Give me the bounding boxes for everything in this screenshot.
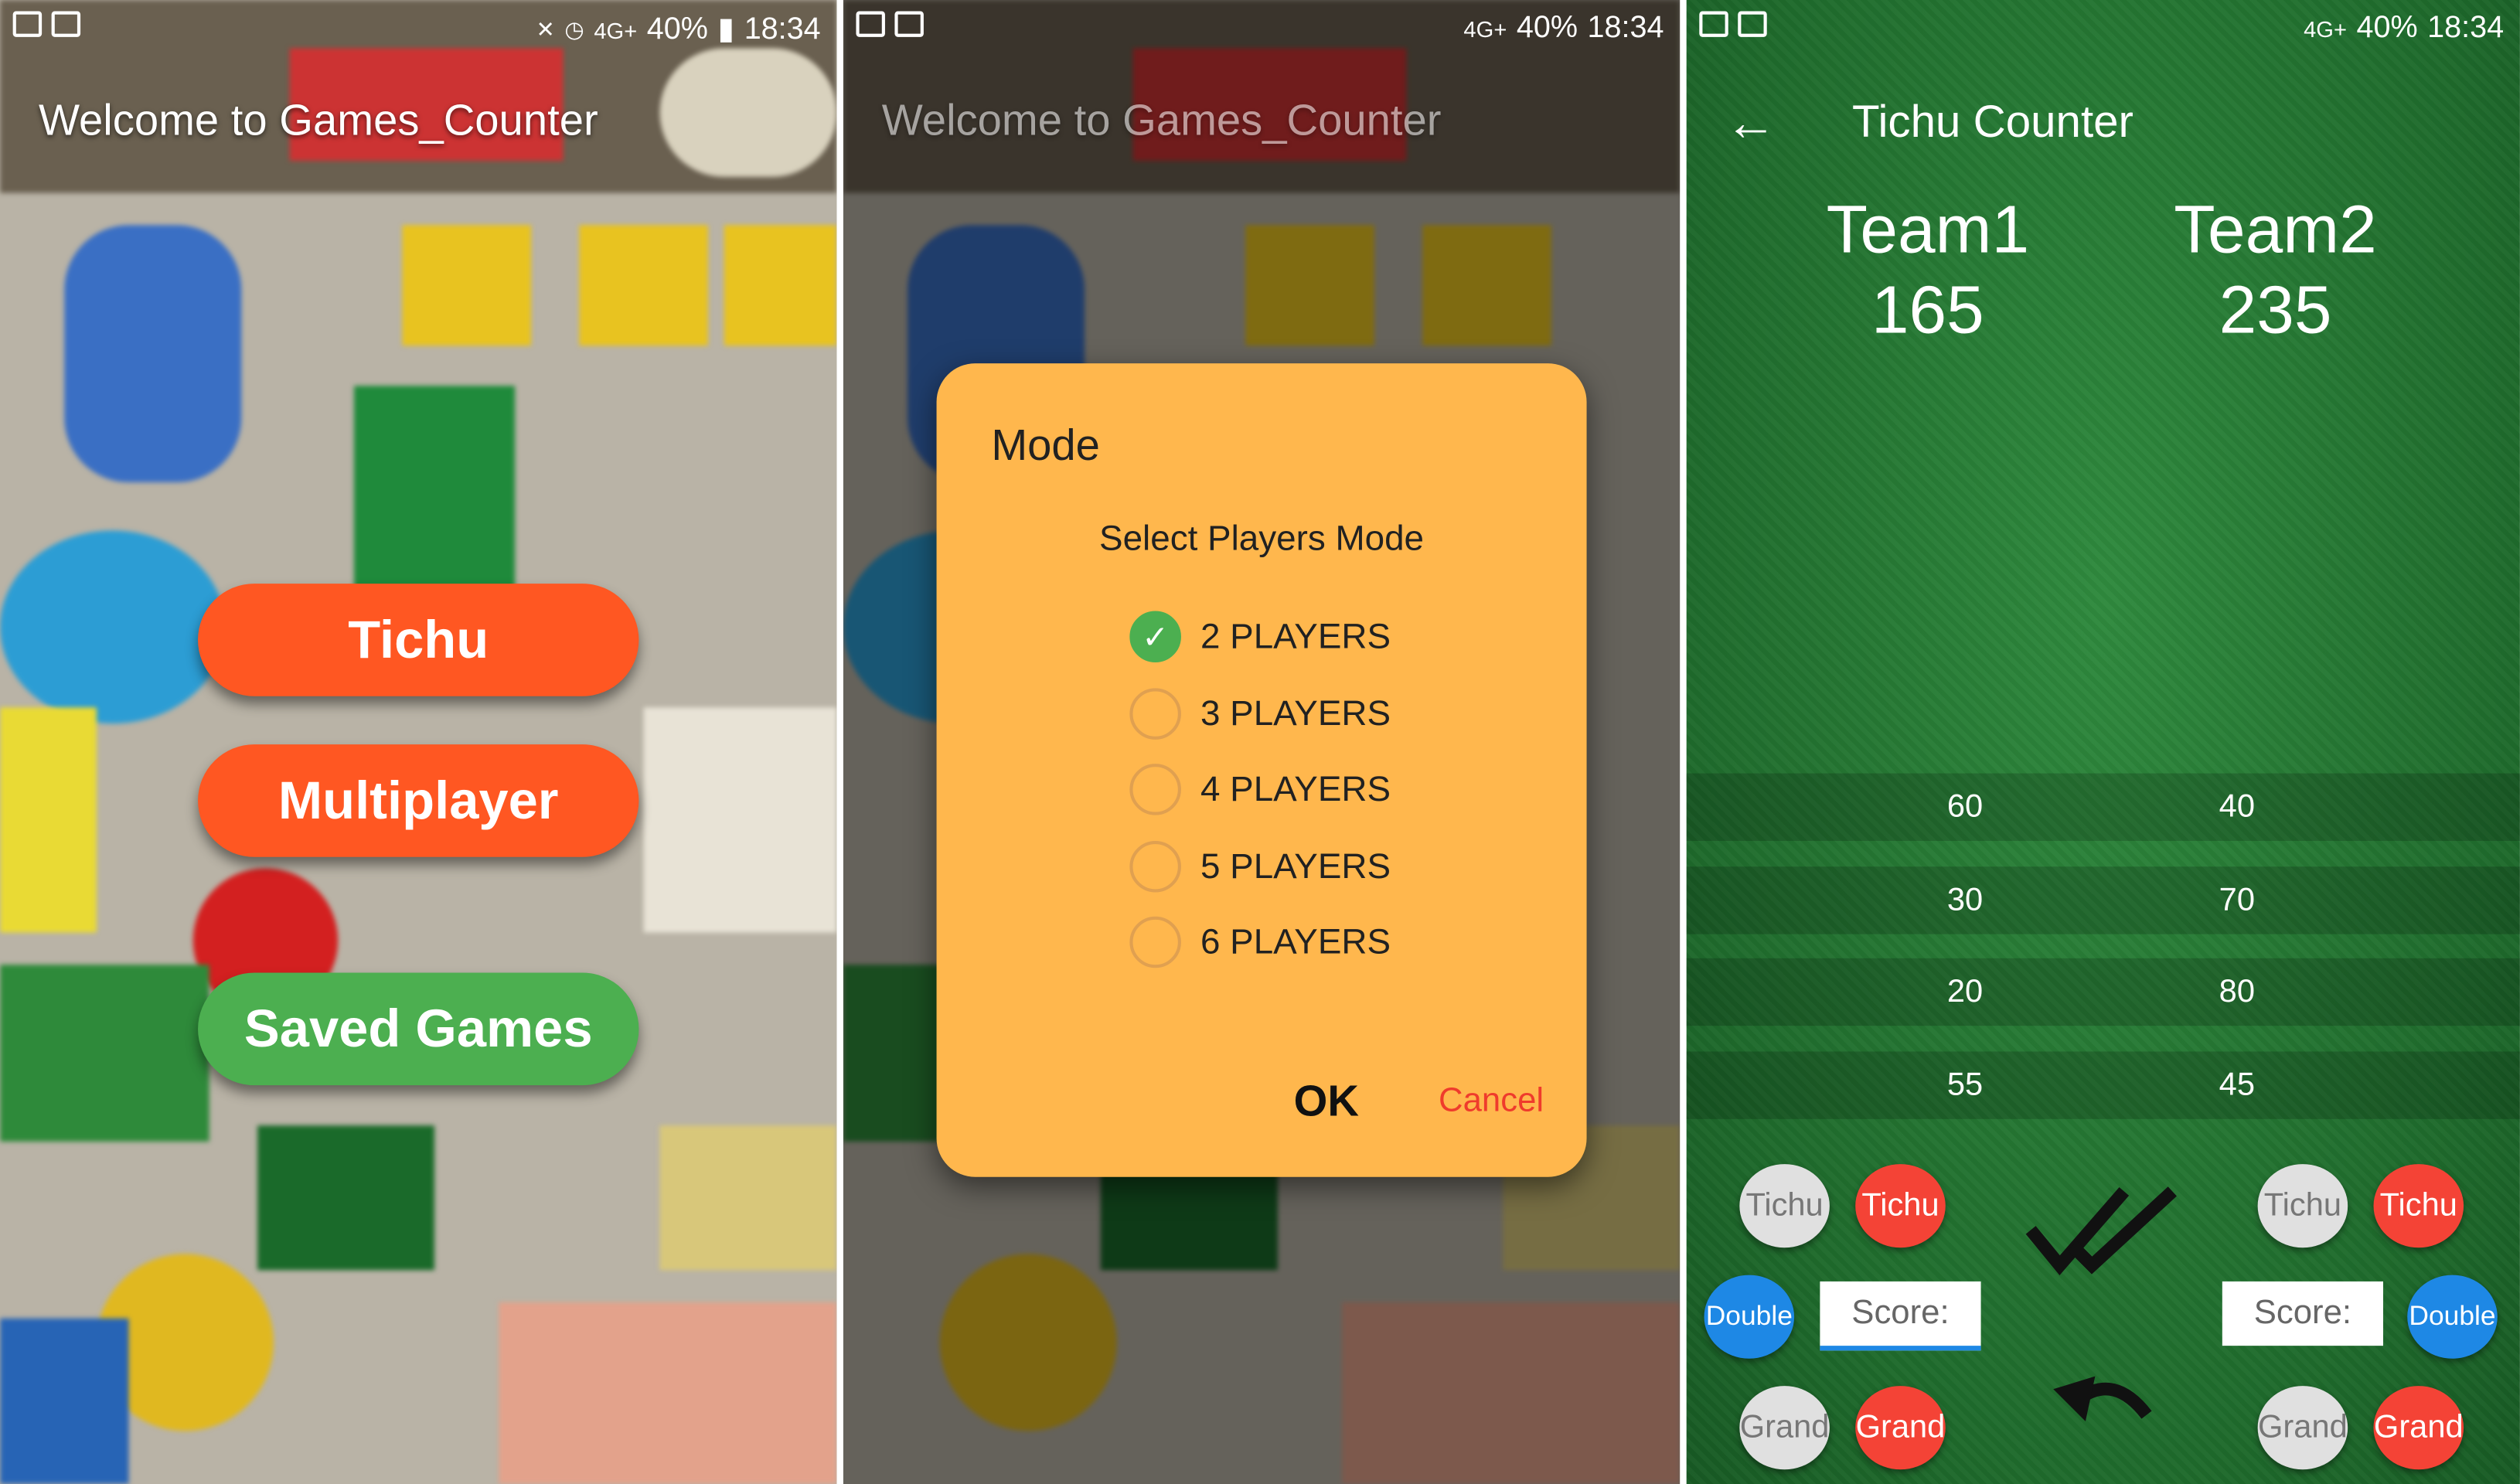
team1-name: Team1 bbox=[1826, 191, 2030, 267]
radio-option-4[interactable]: 4 PLAYERS bbox=[1129, 764, 1391, 815]
check-icon: ✓ bbox=[1129, 611, 1181, 663]
time-label: 18:34 bbox=[1587, 11, 1664, 46]
round-team2-score: 45 bbox=[2219, 1067, 2255, 1104]
round-row: 55 45 bbox=[1686, 1051, 2520, 1119]
team1-double-button[interactable]: Double bbox=[1704, 1275, 1795, 1359]
team2-grand-on-button[interactable]: Grand bbox=[2373, 1386, 2464, 1470]
back-arrow-icon[interactable]: ← bbox=[1725, 94, 1777, 153]
home-screen: ✕ ◷ 4G+ 40% ▮ 18:34 Welcome to Games_Counter … bbox=[0, 0, 837, 1484]
mode-dialog: Mode Select Players Mode ✓ 2 PLAYERS 3 PL… bbox=[936, 363, 1587, 1177]
team1-score-input[interactable]: Score: bbox=[1820, 1281, 1981, 1351]
collage-background bbox=[0, 0, 837, 1484]
radio-label: 4 PLAYERS bbox=[1200, 768, 1391, 809]
round-team1-score: 55 bbox=[1946, 1067, 1984, 1104]
radio-option-2[interactable]: ✓ 2 PLAYERS bbox=[1129, 611, 1391, 663]
team1-grand-on-button[interactable]: Grand bbox=[1855, 1386, 1946, 1470]
round-team1-score: 60 bbox=[1946, 789, 1984, 825]
radio-circle-icon bbox=[1129, 764, 1181, 815]
team2-tichu-off-button[interactable]: Tichu bbox=[2257, 1164, 2348, 1248]
radio-option-6[interactable]: 6 PLAYERS bbox=[1129, 916, 1391, 968]
network-label: 4G+ bbox=[2304, 15, 2347, 43]
page-title: Welcome to Games_Counter bbox=[881, 96, 1442, 145]
page-title: Welcome to Games_Counter bbox=[38, 96, 598, 145]
round-row: 60 40 bbox=[1686, 773, 2520, 841]
team2-double-button[interactable]: Double bbox=[2407, 1275, 2498, 1359]
status-bar: ✕ ◷ 4G+ 40% ▮ 18:34 bbox=[0, 0, 836, 58]
round-row: 20 80 bbox=[1686, 958, 2520, 1026]
team2-tichu-on-button[interactable]: Tichu bbox=[2373, 1164, 2464, 1248]
network-label: 4G+ bbox=[594, 16, 638, 43]
radio-circle-icon bbox=[1129, 840, 1181, 893]
radio-option-3[interactable]: 3 PLAYERS bbox=[1129, 688, 1391, 740]
round-team2-score: 70 bbox=[2219, 883, 2255, 918]
multiplayer-button[interactable]: Multiplayer bbox=[198, 744, 639, 857]
team1-tichu-off-button[interactable]: Tichu bbox=[1739, 1164, 1830, 1248]
battery-icon: ▮ bbox=[717, 12, 735, 47]
tichu-counter-screen: 4G+ 40% 18:34 ← Tichu Counter Team1 165 Te… bbox=[1686, 0, 2520, 1484]
radio-label: 5 PLAYERS bbox=[1200, 846, 1391, 887]
team1-header: Team1 165 bbox=[1799, 189, 2056, 350]
team2-name: Team2 bbox=[2174, 191, 2377, 267]
team1-score: 165 bbox=[1871, 271, 1984, 348]
ok-button[interactable]: OK bbox=[1294, 1077, 1359, 1127]
dialog-subtitle: Select Players Mode bbox=[1099, 517, 1425, 558]
saved-games-button[interactable]: Saved Games bbox=[198, 972, 639, 1086]
radio-circle-icon bbox=[1129, 688, 1181, 740]
team2-score: 235 bbox=[2219, 271, 2332, 348]
time-label: 18:34 bbox=[744, 12, 821, 46]
radio-label: 2 PLAYERS bbox=[1200, 615, 1391, 656]
alarm-icon: ◷ bbox=[564, 15, 584, 43]
radio-option-5[interactable]: 5 PLAYERS bbox=[1129, 840, 1391, 893]
team1-grand-off-button[interactable]: Grand bbox=[1739, 1386, 1830, 1470]
round-row: 30 70 bbox=[1686, 866, 2520, 934]
time-label: 18:34 bbox=[2427, 11, 2505, 46]
team2-score-input[interactable]: Score: bbox=[2222, 1281, 2383, 1346]
battery-label: 40% bbox=[2356, 11, 2418, 46]
radio-label: 3 PLAYERS bbox=[1200, 693, 1391, 733]
page-title: Tichu Counter bbox=[1852, 96, 2133, 147]
team1-tichu-on-button[interactable]: Tichu bbox=[1855, 1164, 1946, 1248]
double-check-icon[interactable] bbox=[2025, 1182, 2185, 1278]
battery-label: 40% bbox=[646, 12, 708, 46]
radio-circle-icon bbox=[1129, 916, 1181, 968]
battery-label: 40% bbox=[1516, 11, 1578, 46]
network-label: 4G+ bbox=[1463, 15, 1507, 43]
round-team1-score: 20 bbox=[1946, 974, 1984, 1010]
dialog-title: Mode bbox=[991, 421, 1100, 470]
mode-dialog-screen: 4G+ 40% 18:34 Welcome to Games_Counter Mod… bbox=[843, 0, 1681, 1484]
cancel-button[interactable]: Cancel bbox=[1439, 1082, 1544, 1121]
round-team2-score: 80 bbox=[2219, 974, 2255, 1010]
round-team1-score: 30 bbox=[1946, 883, 1984, 918]
radio-label: 6 PLAYERS bbox=[1200, 921, 1391, 962]
team2-grand-off-button[interactable]: Grand bbox=[2257, 1386, 2348, 1470]
round-team2-score: 40 bbox=[2219, 789, 2255, 825]
status-bar: 4G+ 40% 18:34 bbox=[843, 0, 1680, 58]
status-bar: 4G+ 40% 18:34 bbox=[1687, 0, 2520, 58]
team2-header: Team2 235 bbox=[2147, 189, 2404, 350]
mute-icon: ✕ bbox=[536, 15, 555, 43]
tichu-button[interactable]: Tichu bbox=[198, 584, 639, 696]
undo-icon[interactable] bbox=[2050, 1367, 2163, 1439]
